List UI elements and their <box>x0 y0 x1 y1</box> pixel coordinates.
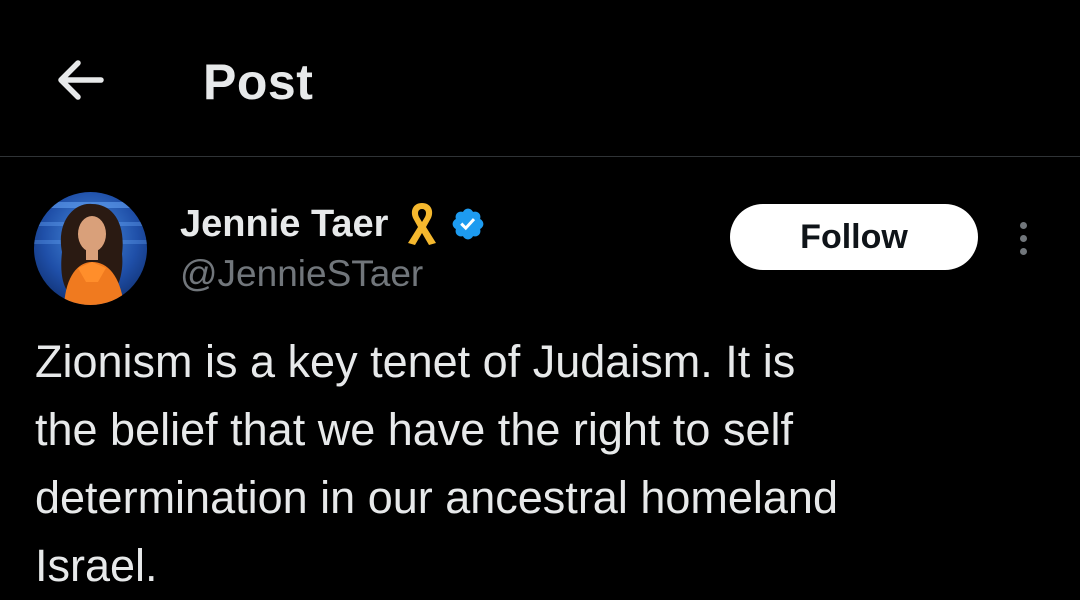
arrow-left-icon <box>58 60 104 100</box>
author-name-row[interactable]: Jennie Taer <box>180 198 486 250</box>
avatar-image <box>34 192 147 305</box>
more-options-icon-dot <box>1019 247 1027 255</box>
yellow-ribbon-icon <box>408 203 437 245</box>
author-display-name: Jennie Taer <box>180 203 389 245</box>
page-title: Post <box>203 54 314 110</box>
more-options-button[interactable] <box>1002 212 1044 264</box>
avatar[interactable] <box>34 192 147 305</box>
top-bar: Post <box>0 0 1080 157</box>
more-options-icon-dot <box>1019 234 1027 242</box>
verified-badge-icon <box>453 208 484 240</box>
follow-button[interactable]: Follow <box>730 204 978 270</box>
post-text: Zionism is a key tenet of Judaism. It is… <box>35 336 838 591</box>
more-options-icon <box>1019 221 1027 229</box>
author-handle[interactable]: @JennieSTaer <box>180 250 423 298</box>
back-button[interactable] <box>40 44 120 116</box>
